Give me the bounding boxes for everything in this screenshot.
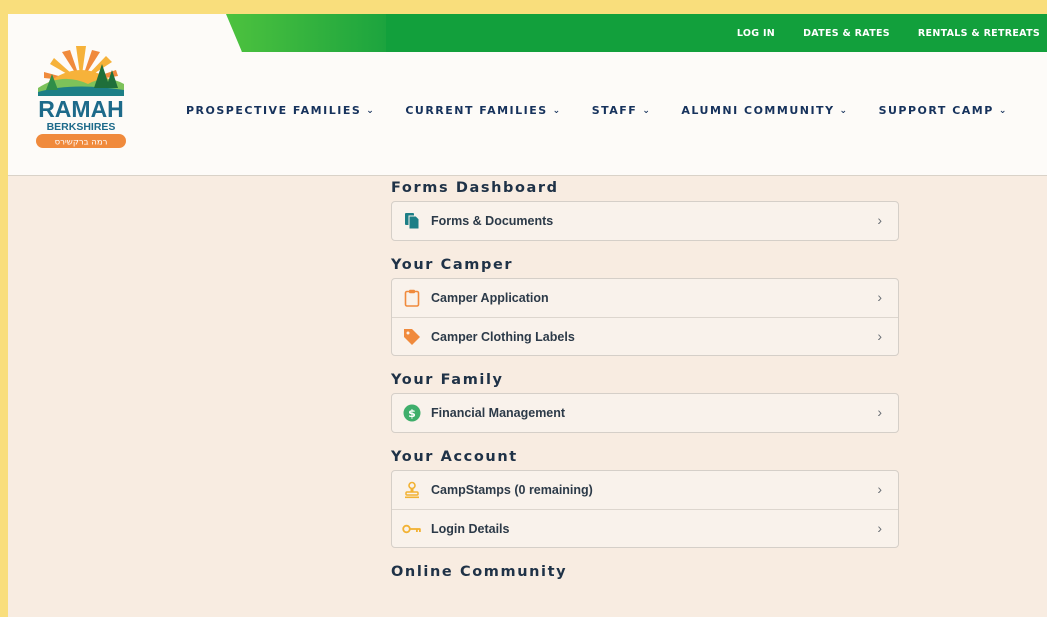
section-title-account: Your Account — [391, 449, 518, 465]
chevron-right-icon: › — [877, 520, 882, 536]
page-frame: LOG IN DATES & RATES RENTALS & RETREATS — [8, 14, 1047, 617]
chevron-right-icon: › — [877, 481, 882, 497]
svg-text:$: $ — [408, 407, 416, 420]
item-label: Forms & Documents — [431, 214, 554, 228]
nav-label: PROSPECTIVE FAMILIES — [186, 104, 362, 117]
forms-documents-item[interactable]: Forms & Documents › — [392, 202, 898, 240]
nav-alumni-community[interactable]: ALUMNI COMMUNITY ⌄ — [681, 104, 848, 117]
utility-nav: LOG IN DATES & RATES RENTALS & RETREATS — [737, 14, 1047, 52]
chevron-right-icon: › — [877, 289, 882, 305]
chevron-down-icon: ⌄ — [552, 105, 562, 116]
stamp-icon — [402, 480, 422, 500]
chevron-right-icon: › — [877, 328, 882, 344]
documents-icon — [402, 211, 422, 231]
camper-application-item[interactable]: Camper Application › — [392, 279, 898, 317]
svg-text:BERKSHIRES: BERKSHIRES — [47, 121, 116, 133]
nav-current-families[interactable]: CURRENT FAMILIES ⌄ — [405, 104, 561, 117]
nav-label: SUPPORT CAMP — [878, 104, 994, 117]
section-title-camper: Your Camper — [391, 257, 514, 273]
utility-bar-accent — [226, 14, 386, 52]
item-label: Camper Clothing Labels — [431, 329, 575, 344]
svg-text:RAMAH: RAMAH — [38, 96, 124, 122]
item-label: CampStamps (0 remaining) — [431, 483, 593, 497]
camper-clothing-labels-item[interactable]: Camper Clothing Labels › — [392, 317, 898, 355]
site-header: LOG IN DATES & RATES RENTALS & RETREATS — [8, 14, 1047, 176]
chevron-right-icon: › — [877, 212, 882, 228]
chevron-down-icon: ⌄ — [642, 105, 652, 116]
key-icon — [402, 519, 422, 539]
item-label: Login Details — [431, 521, 510, 536]
nav-label: ALUMNI COMMUNITY — [681, 104, 835, 117]
dollar-icon: $ — [402, 403, 422, 423]
forms-card: Forms & Documents › — [391, 201, 899, 241]
family-card: $ Financial Management › — [391, 393, 899, 433]
main-nav: PROSPECTIVE FAMILIES ⌄ CURRENT FAMILIES … — [186, 104, 1008, 117]
nav-label: CURRENT FAMILIES — [405, 104, 548, 117]
nav-prospective-families[interactable]: PROSPECTIVE FAMILIES ⌄ — [186, 104, 375, 117]
ramah-berkshires-logo[interactable]: RAMAH BERKSHIRES רמה ברקשירס — [32, 44, 130, 148]
svg-text:רמה ברקשירס: רמה ברקשירס — [55, 138, 108, 148]
chevron-right-icon: › — [877, 404, 882, 420]
rentals-retreats-link[interactable]: RENTALS & RETREATS — [918, 28, 1040, 39]
camper-card: Camper Application › Camper Clothing Lab… — [391, 278, 899, 356]
financial-management-item[interactable]: $ Financial Management › — [392, 394, 898, 432]
tag-icon — [402, 327, 422, 347]
chevron-down-icon: ⌄ — [839, 105, 849, 116]
section-title-family: Your Family — [391, 372, 504, 388]
chevron-down-icon: ⌄ — [366, 105, 376, 116]
account-card: CampStamps (0 remaining) › Login Details… — [391, 470, 899, 548]
nav-support-camp[interactable]: SUPPORT CAMP ⌄ — [879, 104, 1008, 117]
section-title-community: Online Community — [391, 564, 568, 580]
chevron-down-icon: ⌄ — [998, 105, 1008, 116]
section-title-forms: Forms Dashboard — [391, 180, 559, 196]
item-label: Camper Application — [431, 291, 549, 305]
nav-label: STAFF — [591, 104, 638, 117]
login-details-item[interactable]: Login Details › — [392, 509, 898, 547]
nav-staff[interactable]: STAFF ⌄ — [592, 104, 652, 117]
dashboard-content: Forms Dashboard Forms & Documents › Your… — [391, 175, 899, 585]
campstamps-item[interactable]: CampStamps (0 remaining) › — [392, 471, 898, 509]
login-link[interactable]: LOG IN — [737, 28, 775, 39]
item-label: Financial Management — [431, 406, 566, 420]
dates-rates-link[interactable]: DATES & RATES — [803, 28, 890, 39]
clipboard-icon — [402, 288, 422, 308]
